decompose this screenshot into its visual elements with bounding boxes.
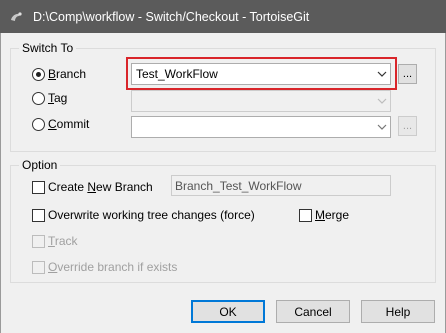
commit-accel: C xyxy=(48,117,57,131)
track-label: Track xyxy=(48,234,78,248)
tag-radio-label: Tag xyxy=(48,91,67,105)
ok-button[interactable]: OK xyxy=(191,300,265,323)
merge-label-text: erge xyxy=(325,208,350,222)
switch-to-group-label: Switch To xyxy=(19,41,77,55)
tag-radio-indicator[interactable] xyxy=(32,91,45,105)
overwrite-box[interactable] xyxy=(32,208,45,222)
tag-radio[interactable]: Tag xyxy=(32,91,67,105)
merge-accel: M xyxy=(315,208,325,222)
tag-label-text: ag xyxy=(54,91,68,105)
option-group-label: Option xyxy=(19,158,61,172)
create-new-branch-label: Create New Branch xyxy=(48,180,153,194)
commit-label-text: ommit xyxy=(56,117,90,131)
override-branch-checkbox[interactable]: Override branch if exists xyxy=(32,260,177,274)
branch-label-text: ranch xyxy=(56,67,87,81)
merge-box[interactable] xyxy=(299,208,312,222)
title-bar: D:\Comp\workflow - Switch/Checkout - Tor… xyxy=(0,0,446,33)
chevron-down-icon[interactable] xyxy=(373,91,390,111)
overwrite-checkbox[interactable]: Overwrite working tree changes (force) xyxy=(32,208,255,222)
override-label-text: verride branch if exists xyxy=(57,260,178,274)
branch-radio[interactable]: Branch xyxy=(32,67,86,81)
branch-browse-button[interactable]: ... xyxy=(398,64,417,84)
chevron-down-icon[interactable] xyxy=(373,64,390,84)
merge-checkbox[interactable]: Merge xyxy=(299,208,349,222)
commit-combobox[interactable] xyxy=(131,116,391,138)
tag-combobox[interactable] xyxy=(131,90,391,112)
radio-selected-dot xyxy=(36,71,41,77)
branch-combobox-value: Test_WorkFlow xyxy=(136,67,218,81)
branch-radio-indicator[interactable] xyxy=(32,67,45,81)
track-box[interactable] xyxy=(32,234,45,248)
track-accel: T xyxy=(48,234,55,248)
new-branch-name-field[interactable]: Branch_Test_WorkFlow xyxy=(171,175,391,196)
create-new-branch-checkbox[interactable]: Create New Branch xyxy=(32,180,153,194)
help-button[interactable]: Help xyxy=(361,300,435,323)
cancel-button[interactable]: Cancel xyxy=(276,300,350,323)
track-checkbox[interactable]: Track xyxy=(32,234,78,248)
chevron-down-icon[interactable] xyxy=(373,117,390,137)
branch-radio-label: Branch xyxy=(48,67,86,81)
override-branch-label: Override branch if exists xyxy=(48,260,177,274)
branch-combobox[interactable]: Test_WorkFlow xyxy=(131,63,391,85)
create-label-post: ew Branch xyxy=(96,180,153,194)
merge-label: Merge xyxy=(315,208,349,222)
overwrite-label: Overwrite working tree changes (force) xyxy=(48,208,255,222)
create-label-pre: Create xyxy=(48,180,88,194)
commit-radio-indicator[interactable] xyxy=(32,117,45,131)
window-title: D:\Comp\workflow - Switch/Checkout - Tor… xyxy=(33,9,310,24)
create-accel: N xyxy=(87,180,97,194)
override-branch-box[interactable] xyxy=(32,260,45,274)
create-new-branch-box[interactable] xyxy=(32,180,45,194)
switch-checkout-dialog: Switch To Branch Test_WorkFlow ... Tag C… xyxy=(0,33,446,333)
tortoisegit-icon xyxy=(8,9,24,25)
branch-accel: B xyxy=(48,67,57,81)
commit-browse-button[interactable]: ... xyxy=(398,116,417,136)
track-label-text: rack xyxy=(54,234,78,248)
commit-radio[interactable]: Commit xyxy=(32,117,89,131)
override-accel: O xyxy=(48,260,58,274)
commit-radio-label: Commit xyxy=(48,117,89,131)
